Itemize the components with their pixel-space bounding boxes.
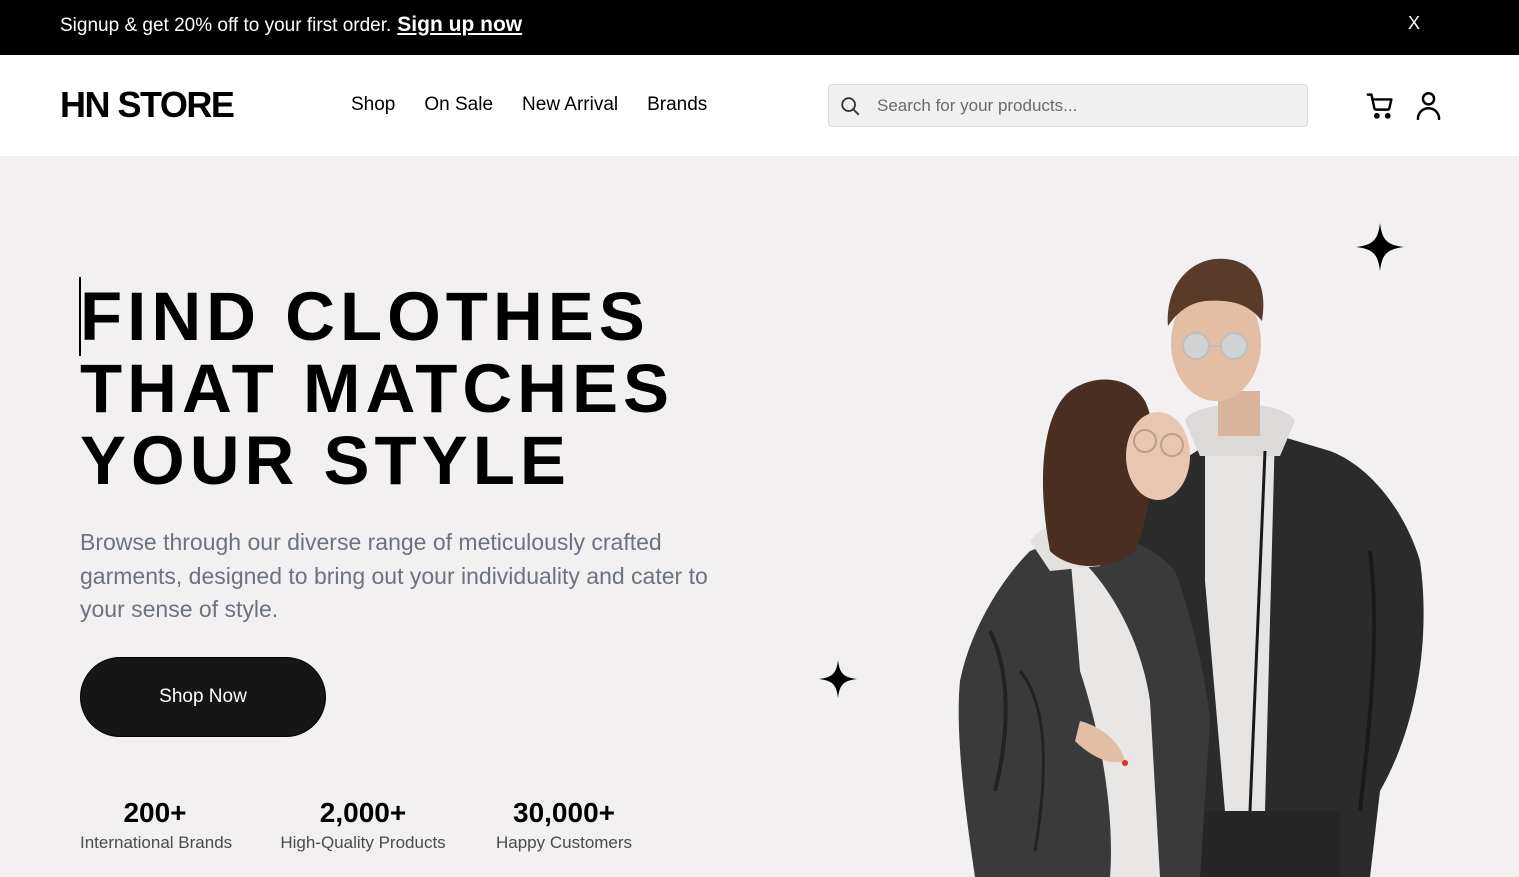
stat-customers: 30,000+ Happy Customers <box>496 796 632 854</box>
cart-icon[interactable] <box>1366 91 1395 120</box>
nav-item-brands[interactable]: Brands <box>647 93 707 117</box>
stat-label: High-Quality Products <box>280 833 446 852</box>
signup-link[interactable]: Sign up now <box>397 13 522 36</box>
headline-line: YOUR STYLE <box>80 422 571 499</box>
site-header: HN STORE Shop On Sale New Arrival Brands <box>0 55 1519 156</box>
user-icon[interactable] <box>1415 91 1442 120</box>
stat-label: International Brands <box>80 833 233 852</box>
stat-label: Happy Customers <box>496 833 633 852</box>
hero-section: FIND CLOTHES THAT MATCHES YOUR STYLE Bro… <box>0 156 1519 877</box>
main-nav: Shop On Sale New Arrival Brands <box>351 93 707 117</box>
search-icon[interactable] <box>839 95 861 117</box>
shop-now-button[interactable]: Shop Now <box>80 657 326 737</box>
hero-headline: FIND CLOTHES THAT MATCHES YOUR STYLE <box>80 281 840 497</box>
sparkle-icon <box>819 660 857 698</box>
stat-value: 200+ <box>123 797 187 828</box>
promo-message: Signup & get 20% off to your first order… <box>60 13 522 38</box>
stat-value: 30,000+ <box>513 797 615 828</box>
stat-value: 2,000+ <box>319 797 407 828</box>
search-bar <box>828 84 1308 127</box>
stat-products: 2,000+ High-Quality Products <box>268 796 458 854</box>
promo-bar: Signup & get 20% off to your first order… <box>0 0 1519 55</box>
hero-couple-image <box>958 258 1424 877</box>
nav-item-shop[interactable]: Shop <box>351 93 395 117</box>
stat-brands: 200+ International Brands <box>80 796 233 854</box>
nav-item-new-arrival[interactable]: New Arrival <box>522 93 618 117</box>
headline-line: THAT MATCHES <box>80 350 675 427</box>
nav-item-on-sale[interactable]: On Sale <box>424 93 493 117</box>
search-input[interactable] <box>877 85 1297 126</box>
hero-description: Browse through our diverse range of meti… <box>80 529 708 622</box>
promo-text: Signup & get 20% off to your first order… <box>60 15 392 36</box>
stats-row: 200+ International Brands 2,000+ High-Qu… <box>80 796 632 854</box>
headline-line: FIND CLOTHES <box>80 278 650 355</box>
logo[interactable]: HN STORE <box>60 85 235 125</box>
close-promo-button[interactable]: X <box>1408 12 1420 34</box>
